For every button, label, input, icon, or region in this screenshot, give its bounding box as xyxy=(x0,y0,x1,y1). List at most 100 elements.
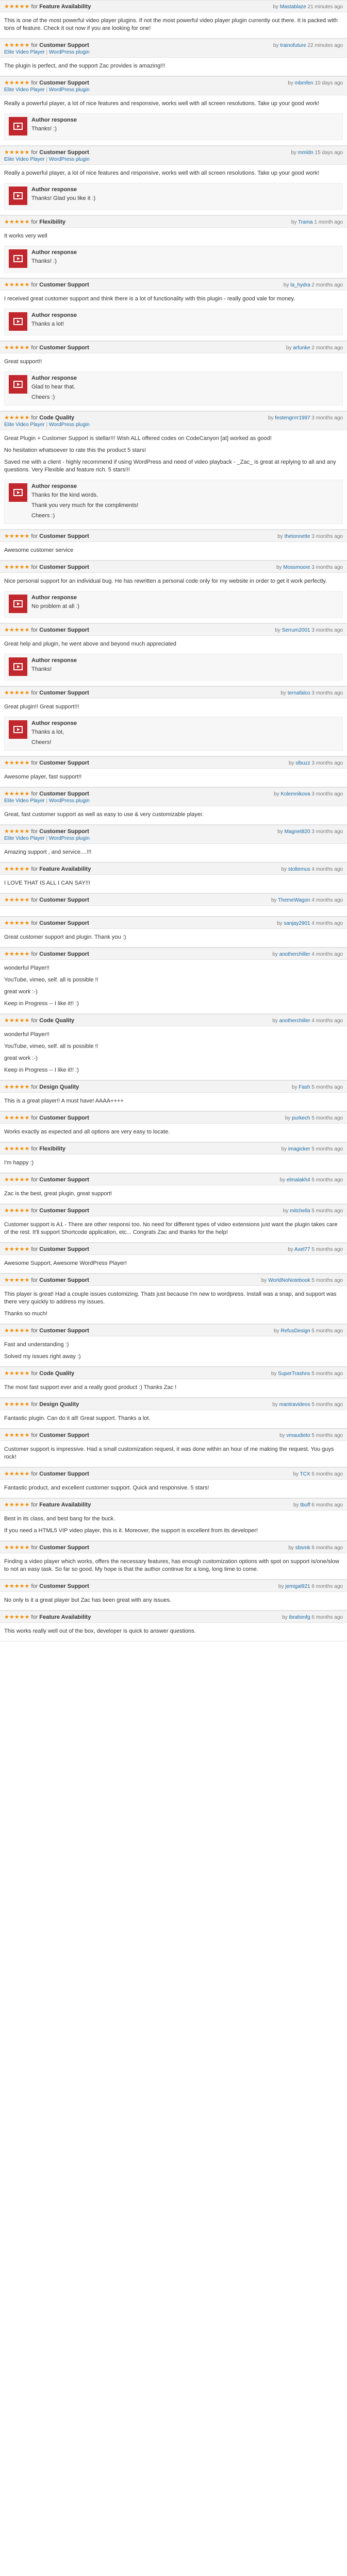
review-byline: by purkech 5 months ago xyxy=(285,1115,343,1121)
item-name-link[interactable]: Elite Video Player xyxy=(4,157,45,162)
reviewer-link[interactable]: ternafalco xyxy=(288,690,310,696)
star-icon: ★ xyxy=(19,1614,25,1620)
review-topic: Feature Availability xyxy=(39,1502,91,1508)
reviewer-link[interactable]: ThemeWagon xyxy=(278,897,310,903)
star-icon: ★ xyxy=(4,1370,9,1377)
review-paragraph: Awesome player, fast support!! xyxy=(4,774,82,780)
star-icon: ★ xyxy=(9,828,14,835)
reviewer-link[interactable]: Mossmoore xyxy=(283,565,310,570)
review-byline: by sbsmk 6 months ago xyxy=(288,1545,343,1551)
reviewer-link[interactable]: Trama xyxy=(298,219,313,225)
star-icon: ★ xyxy=(24,533,30,539)
reviewer-link[interactable]: Serrum2001 xyxy=(282,628,310,633)
reviewer-link[interactable]: WorldNoNotebook xyxy=(268,1278,310,1283)
reviewer-link[interactable]: thetonnette xyxy=(285,534,310,539)
for-label: for xyxy=(31,866,38,872)
star-icon: ★ xyxy=(24,866,30,872)
reviewer-link[interactable]: la_hydra xyxy=(290,282,310,288)
reviewer-link[interactable]: anotherchiller xyxy=(279,1018,310,1024)
reviewer-link[interactable]: Axel77 xyxy=(294,1247,310,1252)
rating-stars: ★★★★★ xyxy=(4,533,29,539)
rating-stars: ★★★★★ xyxy=(4,627,29,633)
review-header-row: ★★★★★ for Customer Support by elmalakh4 5 … xyxy=(4,1176,343,1183)
star-icon: ★ xyxy=(24,1208,30,1214)
star-icon: ★ xyxy=(4,1246,9,1252)
reviewer-link[interactable]: Mastablaze xyxy=(280,4,306,10)
reviewer-link[interactable]: festengrrrr1997 xyxy=(275,415,310,421)
reviewer-link[interactable]: elmalakh4 xyxy=(287,1177,310,1183)
rating-stars: ★★★★★ xyxy=(4,282,29,288)
review-header-row: ★★★★★ for Customer Support by TCX 6 months… xyxy=(4,1470,343,1477)
reviewer-link[interactable]: Fash xyxy=(299,1084,310,1090)
review-paragraph: Keep in Progress -- I like it!! :) xyxy=(4,1001,79,1007)
reviewer-link[interactable]: ibrahimfg xyxy=(289,1615,310,1620)
item-name-link[interactable]: Elite Video Player xyxy=(4,798,45,804)
star-icon: ★ xyxy=(14,897,20,903)
review-paragraph: If you need a HTML5 VIP video player, th… xyxy=(4,1528,258,1534)
reviewer-link[interactable]: Kolemnikova xyxy=(280,791,310,797)
star-icon: ★ xyxy=(24,1545,30,1551)
review-item: ★★★★★ for Customer Support by arfunke 2 mo… xyxy=(0,341,347,411)
review-byline: by Serrum2001 3 months ago xyxy=(275,628,343,633)
review-topic: Design Quality xyxy=(39,1084,79,1090)
reviewer-link[interactable]: imagicker xyxy=(288,1146,310,1152)
reviewer-link[interactable]: slbuzz xyxy=(295,760,310,766)
item-category-link[interactable]: WordPress plugin xyxy=(49,87,90,93)
item-name-link[interactable]: Elite Video Player xyxy=(4,49,45,55)
item-category-link[interactable]: WordPress plugin xyxy=(49,422,90,428)
star-icon: ★ xyxy=(4,1471,9,1477)
reviewer-link[interactable]: tbuff xyxy=(300,1502,310,1508)
item-category-link[interactable]: WordPress plugin xyxy=(49,157,90,162)
reviewer-link[interactable]: purkech xyxy=(292,1115,310,1121)
reviewer-link[interactable]: SuperTrashns xyxy=(278,1371,310,1377)
review-byline: by trainofuture 22 minutes ago xyxy=(273,43,343,48)
author-logo-icon xyxy=(13,600,23,607)
reviewer-link[interactable]: mmldn xyxy=(298,150,313,156)
item-category-link[interactable]: WordPress plugin xyxy=(49,836,90,841)
by-label: by xyxy=(276,565,282,570)
item-name-link[interactable]: Elite Video Player xyxy=(4,87,45,93)
reviewer-link[interactable]: jemigal921 xyxy=(285,1584,310,1589)
review-header: ★★★★★ for Feature Availability by ibrahimf… xyxy=(0,1611,347,1623)
rating-stars: ★★★★★ xyxy=(4,345,29,351)
item-name-link[interactable]: Elite Video Player xyxy=(4,836,45,841)
review-byline: by la_hydra 2 months ago xyxy=(284,282,343,288)
item-category-link[interactable]: WordPress plugin xyxy=(49,49,90,55)
reviewer-link[interactable]: mantravideos xyxy=(279,1402,310,1408)
review-time: 4 months ago xyxy=(311,952,343,957)
review-item: ★★★★★ for Feature Availability by Mastabla… xyxy=(0,0,347,39)
star-icon: ★ xyxy=(4,1401,9,1408)
reviewer-link[interactable]: anotherchiller xyxy=(279,952,310,957)
by-label: by xyxy=(288,80,293,86)
review-topic: Customer Support xyxy=(39,920,89,926)
reviewer-link[interactable]: RefusDesign xyxy=(280,1328,310,1334)
review-item: ★★★★★ for Code Quality by anotherchiller 4… xyxy=(0,1014,347,1080)
response-text: Thanks! :) xyxy=(31,125,338,132)
reviewer-link[interactable]: arfunke xyxy=(293,345,310,351)
item-name-link[interactable]: Elite Video Player xyxy=(4,422,45,428)
reviewer-link[interactable]: sbsmk xyxy=(295,1545,310,1551)
star-icon: ★ xyxy=(4,760,9,766)
review-text: This works really well out of the box, d… xyxy=(0,1623,347,1641)
review-item: ★★★★★ for Customer Support by ThemeWagon 4… xyxy=(0,893,347,917)
review-header: ★★★★★ for Customer Support by anotherchill… xyxy=(0,947,347,960)
reviewer-link[interactable]: vmaudieto xyxy=(286,1433,310,1438)
rating-stars: ★★★★★ xyxy=(4,4,29,10)
review-rating-line: ★★★★★ for Customer Support xyxy=(4,1176,89,1183)
reviewer-link[interactable]: TCX xyxy=(300,1471,310,1477)
reviews-list: ★★★★★ for Feature Availability by Mastabla… xyxy=(0,0,347,1641)
reviewer-link[interactable]: mitchella xyxy=(290,1208,310,1214)
reviewer-link[interactable]: mbmfen xyxy=(295,80,313,86)
reviewer-link[interactable]: stoltemus xyxy=(288,867,310,872)
author-logo-icon xyxy=(13,255,23,262)
item-category-link[interactable]: WordPress plugin xyxy=(49,798,90,804)
for-label: for xyxy=(31,1115,38,1121)
review-topic: Customer Support xyxy=(39,1277,89,1283)
reviewer-link[interactable]: trainofuture xyxy=(280,43,306,48)
review-topic: Code Quality xyxy=(39,415,75,421)
star-icon: ★ xyxy=(9,1208,14,1214)
reviewer-link[interactable]: Magnet820 xyxy=(285,829,310,835)
star-icon: ★ xyxy=(9,415,14,421)
reviewer-link[interactable]: sanjay2901 xyxy=(284,921,310,926)
by-label: by xyxy=(283,1208,289,1214)
